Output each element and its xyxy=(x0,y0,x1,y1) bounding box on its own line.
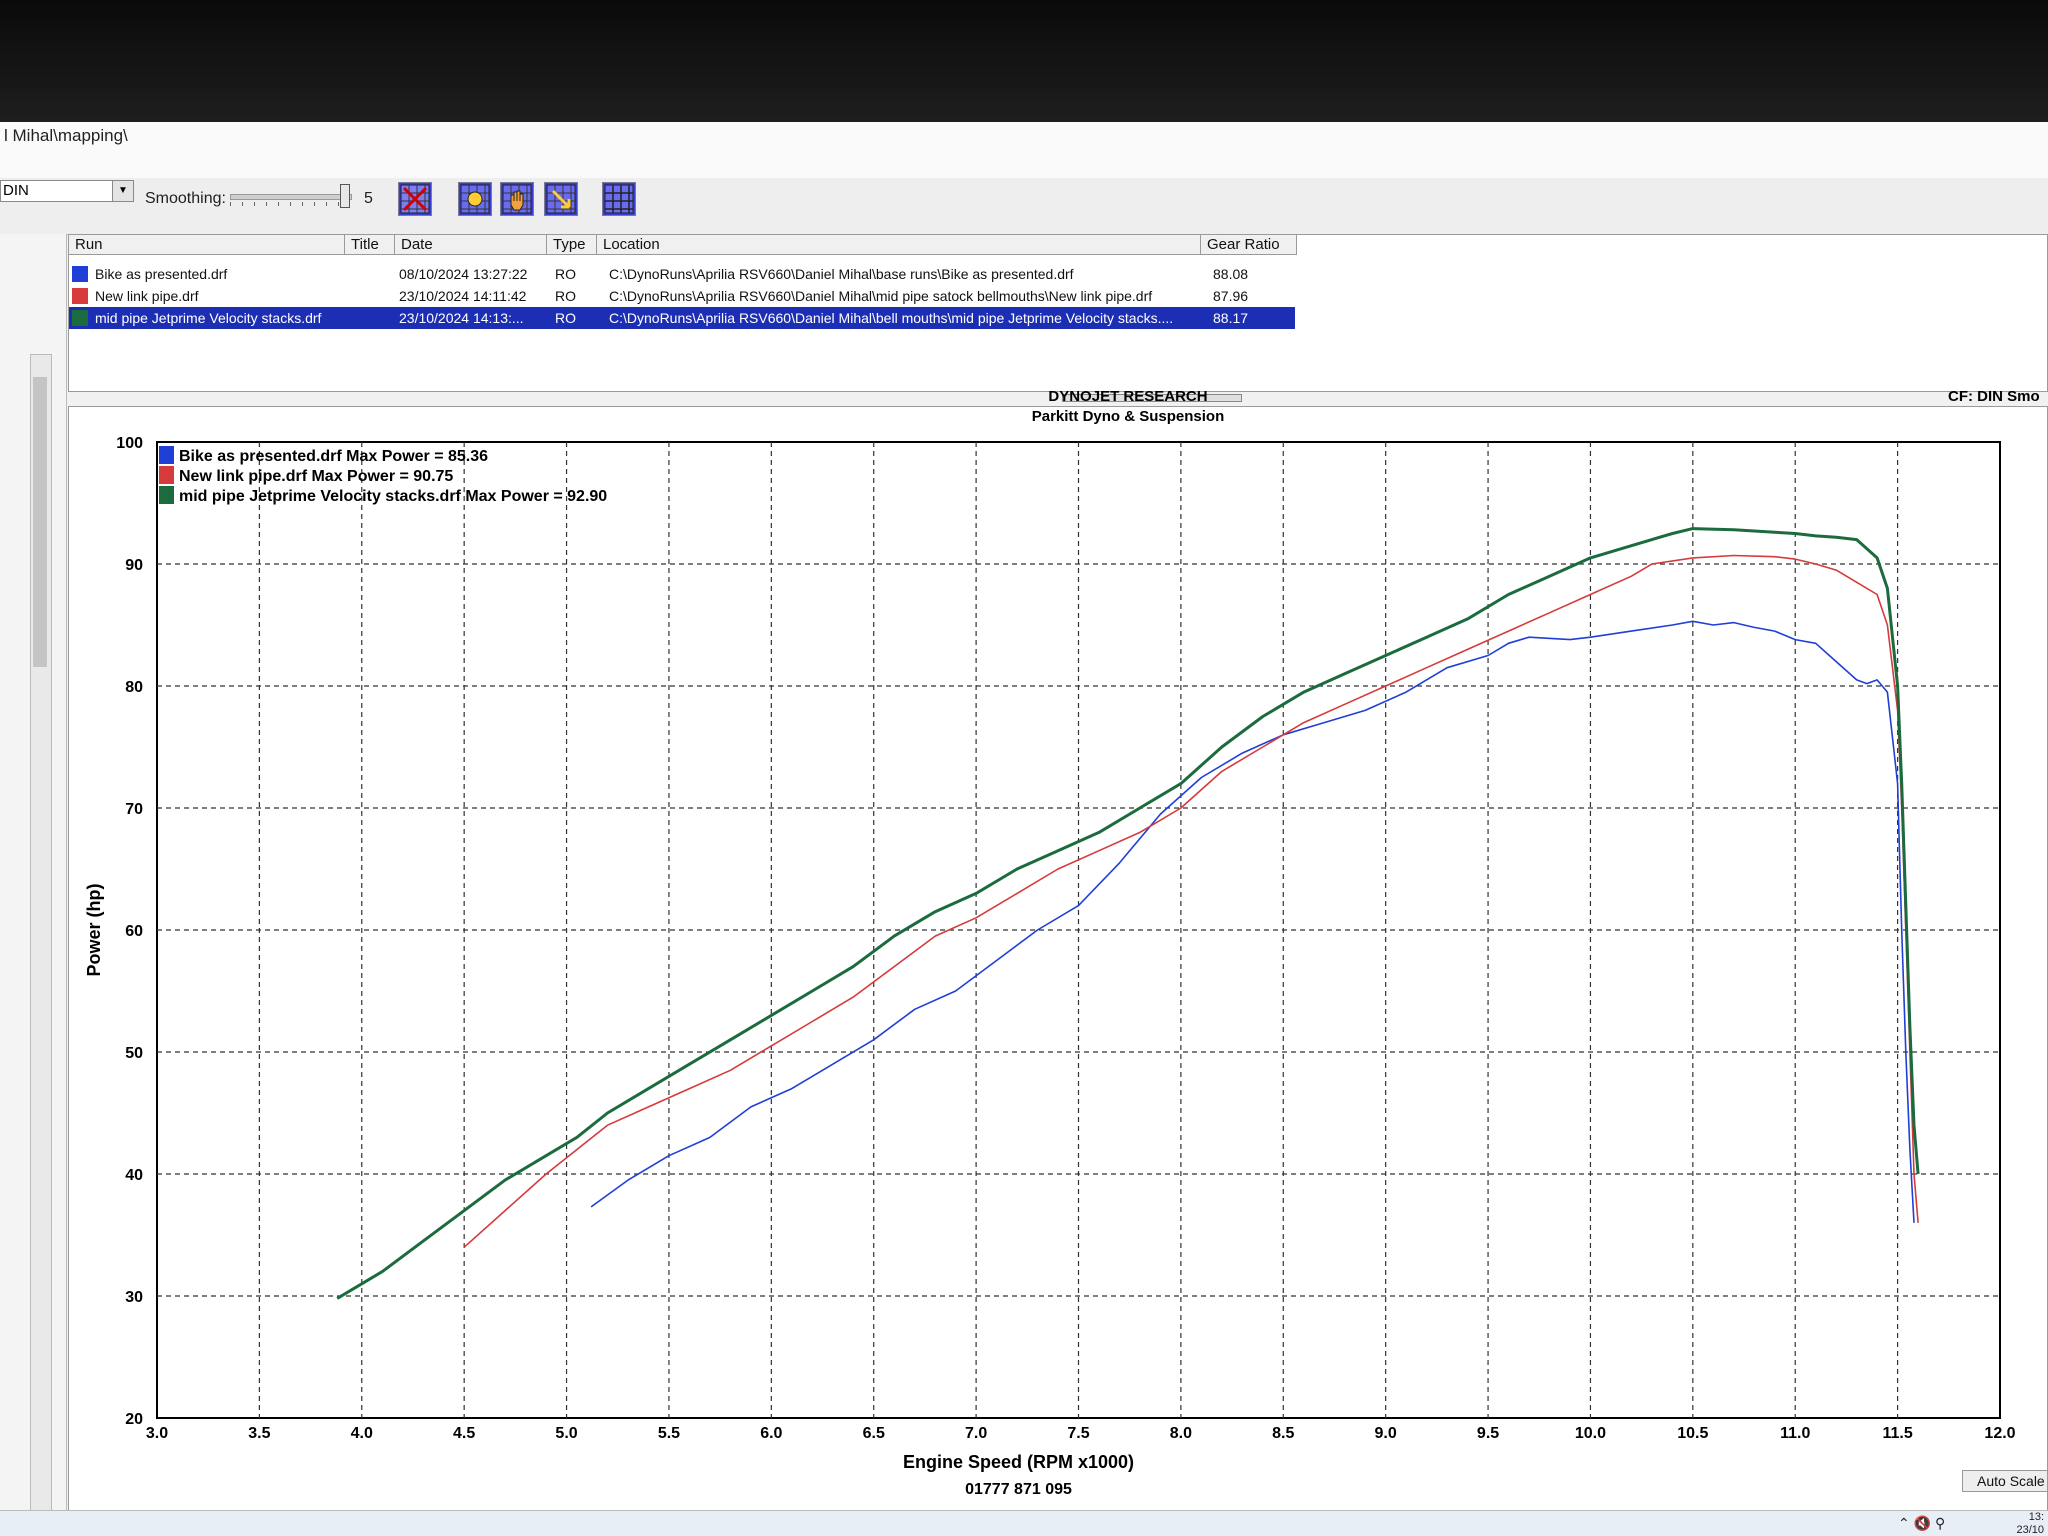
y-tick-label: 20 xyxy=(125,1411,143,1428)
legend-entry: Bike as presented.drf Max Power = 85.36 xyxy=(179,448,488,465)
x-tick-label: 6.5 xyxy=(863,1425,885,1442)
x-tick-label: 3.0 xyxy=(146,1425,168,1442)
legend-swatch xyxy=(159,446,174,464)
y-tick-label: 40 xyxy=(125,1167,143,1184)
y-tick-label: 100 xyxy=(116,435,143,452)
y-tick-label: 80 xyxy=(125,679,143,696)
x-tick-label: 9.0 xyxy=(1375,1425,1397,1442)
x-tick-label: 3.5 xyxy=(248,1425,270,1442)
y-tick-label: 70 xyxy=(125,801,143,818)
x-tick-label: 4.0 xyxy=(351,1425,373,1442)
y-tick-label: 30 xyxy=(125,1289,143,1306)
x-tick-label: 8.0 xyxy=(1170,1425,1192,1442)
y-tick-label: 60 xyxy=(125,923,143,940)
y-tick-label: 50 xyxy=(125,1045,143,1062)
x-tick-label: 11.5 xyxy=(1882,1425,1912,1442)
x-tick-label: 11.0 xyxy=(1780,1425,1810,1442)
x-axis-label: Engine Speed (RPM x1000) xyxy=(903,1452,1134,1472)
y-tick-label: 90 xyxy=(125,557,143,574)
y-axis-label: Power (hp) xyxy=(84,883,104,976)
x-tick-label: 7.0 xyxy=(965,1425,987,1442)
x-tick-label: 12.0 xyxy=(1984,1425,2015,1442)
x-tick-label: 8.5 xyxy=(1272,1425,1294,1442)
x-tick-label: 9.5 xyxy=(1477,1425,1499,1442)
x-tick-label: 10.5 xyxy=(1677,1425,1708,1442)
x-tick-label: 6.0 xyxy=(760,1425,782,1442)
graph-footer: 01777 871 095 xyxy=(965,1481,1072,1498)
legend-swatch xyxy=(159,466,174,484)
x-tick-label: 7.5 xyxy=(1067,1425,1089,1442)
x-tick-label: 4.5 xyxy=(453,1425,475,1442)
legend-entry: mid pipe Jetprime Velocity stacks.drf Ma… xyxy=(179,488,607,505)
legend-swatch xyxy=(159,486,174,504)
x-tick-label: 5.5 xyxy=(658,1425,680,1442)
x-tick-label: 5.0 xyxy=(555,1425,577,1442)
legend-entry: New link pipe.drf Max Power = 90.75 xyxy=(179,468,453,485)
power-chart: 3.0 3.5 4.0 4.5 5.0 5.5 6.0 6.5 7.0 7.5 8.0 8.5 9.0 9… xyxy=(84,435,2016,1498)
x-tick-label: 10.0 xyxy=(1575,1425,1606,1442)
